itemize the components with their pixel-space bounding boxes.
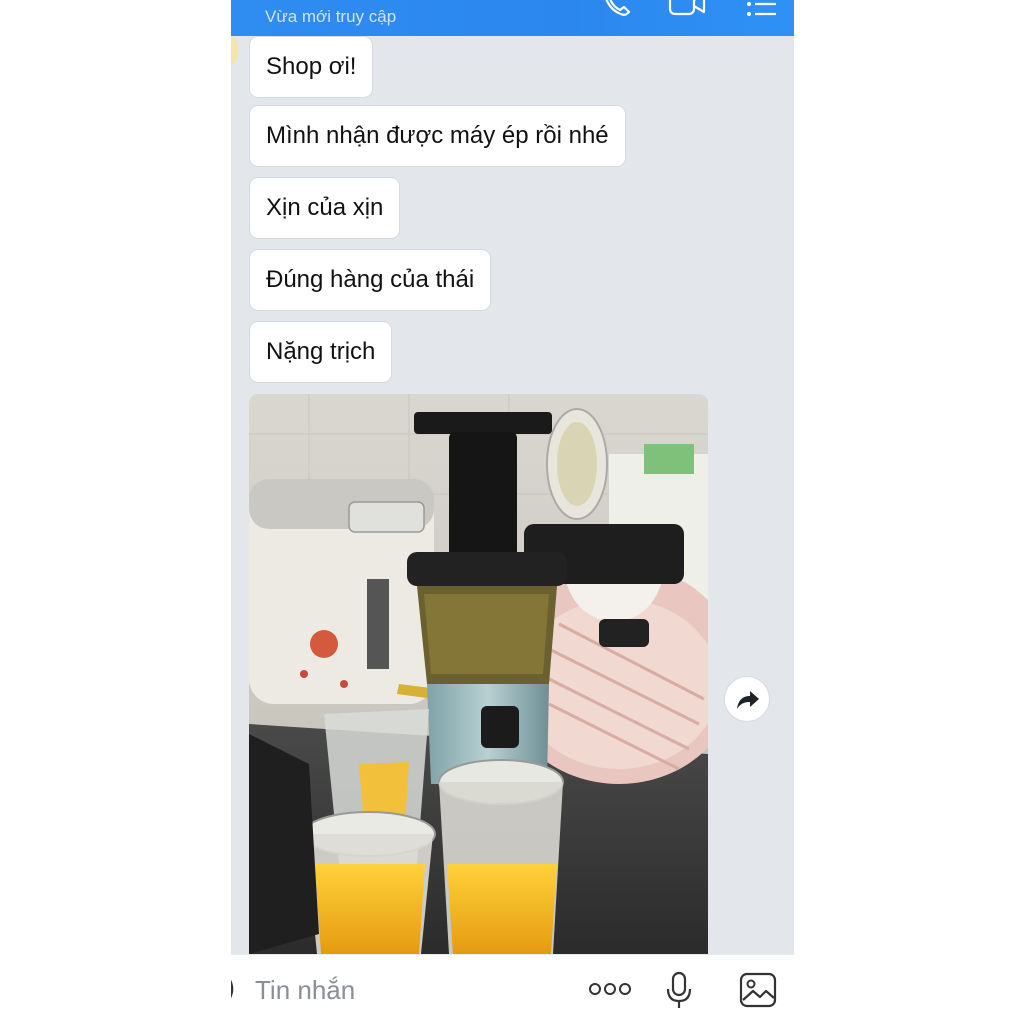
photo-message[interactable] [249,394,708,954]
phone-icon[interactable] [599,0,633,25]
sender-avatar[interactable] [231,36,238,64]
menu-list-icon[interactable] [745,0,779,25]
image-gallery-icon[interactable] [739,972,777,1013]
chat-screen: Vừa mới truy cập Shop ơi! Mình nhận được… [231,0,794,1024]
message-input[interactable]: Tin nhắn [255,975,355,1006]
contact-status: Vừa mới truy cập [265,7,397,26]
more-dots-icon[interactable] [589,981,631,1002]
microphone-icon[interactable] [665,971,693,1016]
forward-button[interactable] [724,676,770,722]
message-input-bar: Tin nhắn [231,954,794,1024]
message-bubble[interactable]: Đúng hàng của thái [249,249,492,311]
forward-share-icon [737,691,759,709]
juicer-photo [249,394,708,954]
chat-header: Vừa mới truy cập [231,0,794,36]
message-bubble[interactable]: Shop ơi! [249,36,374,98]
message-bubble[interactable]: Nặng trịch [249,321,393,383]
message-bubble[interactable]: Xịn của xịn [249,177,401,239]
video-call-icon[interactable] [668,0,708,25]
emoji-icon[interactable] [231,971,241,1012]
message-bubble[interactable]: Mình nhận được máy ép rồi nhé [249,105,626,167]
